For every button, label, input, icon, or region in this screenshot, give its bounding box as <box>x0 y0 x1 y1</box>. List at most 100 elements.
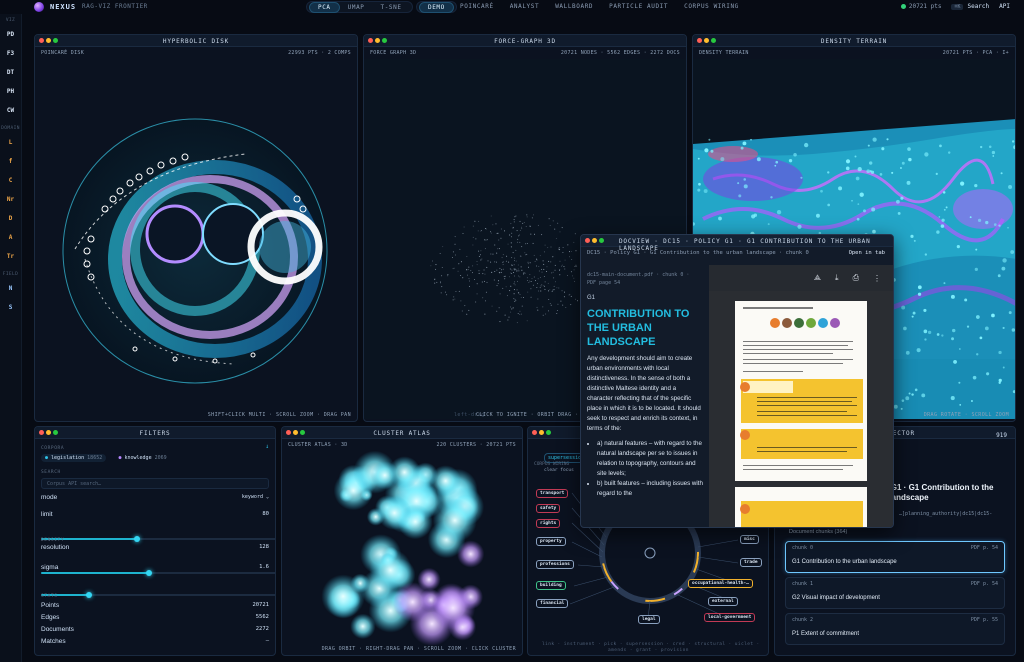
chunk-item[interactable]: chunk 0 PDF p. 54 G1 Contribution to the … <box>785 541 1005 573</box>
pdf-viewer[interactable]: ⟁ ⤓ ⎙ ⋮ <box>709 265 893 527</box>
rail-field-s[interactable]: S <box>3 301 19 315</box>
projection-umap[interactable]: UMAP <box>340 3 373 12</box>
projection-pca[interactable]: PCA <box>309 1 340 13</box>
poincare-disk-canvas[interactable] <box>35 59 358 419</box>
rail-domain-l[interactable]: L <box>3 136 19 150</box>
graph-node <box>517 270 519 272</box>
chunk-item[interactable]: chunk 2 PDF p. 55 P1 Extent of commitment <box>785 613 1005 645</box>
projection-tsne[interactable]: T-SNE <box>373 3 410 12</box>
rail-field-n[interactable]: N <box>3 282 19 296</box>
cluster-atlas-canvas[interactable] <box>282 451 523 651</box>
graph-node <box>519 313 521 315</box>
corpus-search-input[interactable]: Corpus API search… <box>41 478 269 489</box>
graph-node <box>472 236 474 238</box>
wiring-node-local-government[interactable]: local-government <box>704 613 756 622</box>
maximize-dot[interactable] <box>599 238 604 243</box>
terrain-point <box>742 141 747 146</box>
terrain-point <box>905 396 910 401</box>
cluster-blob <box>321 574 365 619</box>
cluster-blob <box>432 498 477 543</box>
terrain-point <box>879 173 883 176</box>
terrain-point <box>1007 226 1009 229</box>
wiring-node-occupational-health[interactable]: occupational-health-… <box>688 579 753 588</box>
graph-node <box>508 261 510 263</box>
print-icon[interactable]: ⎙ <box>853 273 859 283</box>
search-shortcut: ⌘K <box>951 4 964 10</box>
mode-demo[interactable]: DEMO <box>419 1 454 13</box>
wiring-node-financial[interactable]: financial <box>536 599 569 608</box>
wiring-node-misc[interactable]: misc <box>740 535 759 544</box>
rail-domain-d[interactable]: D <box>3 212 19 226</box>
graph-node <box>552 220 554 222</box>
graph-node <box>498 280 500 282</box>
graph-node <box>536 306 538 308</box>
terrain-point <box>756 157 761 162</box>
corpus-chip-legislation[interactable]: ● legislation 18652 <box>41 454 107 462</box>
rail-view-cw[interactable]: CW <box>3 104 19 118</box>
rail-view-dt[interactable]: DT <box>3 66 19 80</box>
terrain-point <box>908 392 911 395</box>
annotate-icon[interactable]: ⟁ <box>814 273 821 283</box>
chunk-item[interactable]: chunk 1 PDF p. 54 G2 Visual impact of dev… <box>785 577 1005 609</box>
minimize-dot[interactable] <box>592 238 597 243</box>
resolution-slider[interactable] <box>41 570 275 576</box>
graph-node <box>526 253 528 255</box>
cluster-blob <box>377 495 412 531</box>
rail-domain-c[interactable]: C <box>3 174 19 188</box>
wiring-node-trade[interactable]: trade <box>740 558 762 567</box>
terrain-point <box>820 189 823 193</box>
mode-particle-audit[interactable]: PARTICLE AUDIT <box>609 3 668 10</box>
wiring-node-safety[interactable]: safety <box>536 504 561 513</box>
rail-domain-a[interactable]: A <box>3 231 19 245</box>
rail-domain-tr[interactable]: Tr <box>3 250 19 264</box>
wiring-node-legal[interactable]: legal <box>638 615 660 624</box>
more-options-icon[interactable]: ⋮ <box>873 274 881 283</box>
corpora-info-icon[interactable]: ↓ <box>265 443 269 450</box>
graph-node <box>549 303 551 305</box>
terrain-point <box>1008 311 1012 315</box>
download-icon[interactable]: ⤓ <box>835 273 839 283</box>
graph-node <box>526 216 528 218</box>
graph-node <box>500 269 502 271</box>
graph-node <box>505 260 507 262</box>
wiring-node-rights[interactable]: rights <box>536 519 561 528</box>
graph-node <box>573 269 575 271</box>
chunks-label: Document chunks (364) <box>789 529 848 535</box>
wiring-node-external[interactable]: external <box>708 597 738 606</box>
graph-node <box>496 261 498 263</box>
graph-node <box>524 252 526 254</box>
api-button[interactable]: API <box>999 3 1010 10</box>
graph-node <box>558 269 560 271</box>
open-in-tab-link[interactable]: Open in tab <box>849 250 885 256</box>
terrain-point <box>1011 328 1015 332</box>
docview-header[interactable]: DOCVIEW · DC15 · POLICY G1 · G1 CONTRIBU… <box>581 235 893 252</box>
graph-node <box>541 271 543 273</box>
graph-node <box>511 272 513 274</box>
mode-analyst[interactable]: ANALYST <box>510 3 540 10</box>
rail-view-f3[interactable]: F3 <box>3 47 19 61</box>
mode-corpus-wiring[interactable]: CORPUS WIRING <box>684 3 739 10</box>
mode-poincare[interactable]: POINCARÉ <box>460 3 494 10</box>
graph-node <box>474 278 476 280</box>
terrain-point <box>856 217 860 221</box>
wiring-node-building[interactable]: building <box>536 581 566 590</box>
wiring-node-transport[interactable]: transport <box>536 489 569 498</box>
graph-node <box>454 298 456 300</box>
rail-domain-f[interactable]: f <box>3 155 19 169</box>
terrain-point <box>938 216 941 218</box>
wiring-node-property[interactable]: property <box>536 537 566 546</box>
brand-subtitle: RAG-VIZ FRONTIER <box>82 3 148 10</box>
rail-domain-nr[interactable]: Nr <box>3 193 19 207</box>
wiring-node-professions[interactable]: professions <box>536 560 574 569</box>
mode-wallboard[interactable]: WALLBOARD <box>555 3 593 10</box>
graph-node <box>498 239 500 241</box>
terrain-point <box>956 245 960 249</box>
graph-node <box>514 281 516 283</box>
rail-view-ph[interactable]: PH <box>3 85 19 99</box>
corpus-chip-knowledge[interactable]: ● knowledge 2069 <box>114 454 170 462</box>
terrain-point <box>910 234 914 238</box>
mode-select[interactable]: keyword ⌄ <box>242 494 269 501</box>
search-button[interactable]: ⌘K Search <box>951 3 989 10</box>
rail-view-pd[interactable]: PD <box>3 28 19 42</box>
close-dot[interactable] <box>585 238 590 243</box>
